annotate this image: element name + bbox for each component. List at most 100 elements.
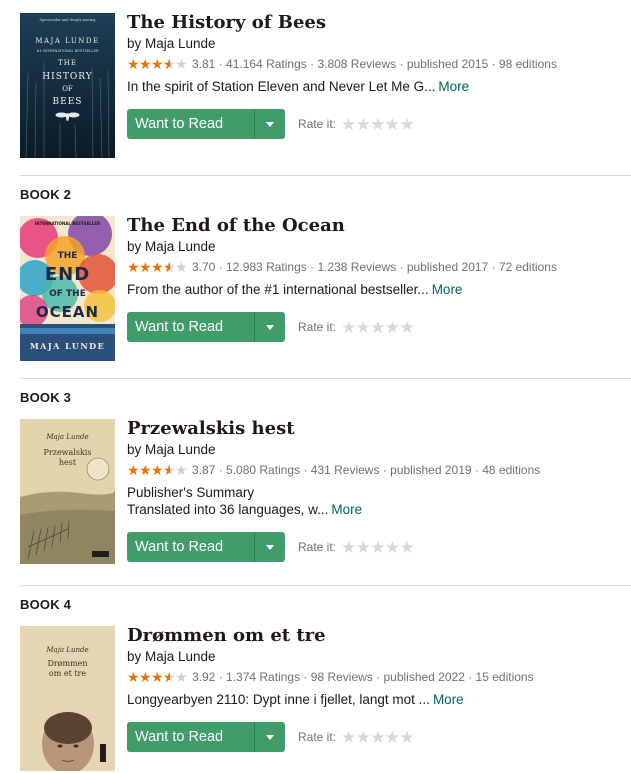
rate-star-3[interactable]: ★ xyxy=(370,539,385,556)
editions-count[interactable]: 15 editions xyxy=(476,669,534,685)
want-to-read-button[interactable]: Want to Read xyxy=(127,312,285,342)
rate-star-4[interactable]: ★ xyxy=(385,116,400,133)
rating-stars: ★ ★ ★ ★ ★ xyxy=(127,259,188,275)
book-author[interactable]: by Maja Lunde xyxy=(127,36,627,52)
rate-label: Rate it: xyxy=(298,730,337,744)
want-to-read-label[interactable]: Want to Read xyxy=(127,312,254,342)
rate-star-5[interactable]: ★ xyxy=(399,539,414,556)
shelf-dropdown-button[interactable] xyxy=(254,722,285,752)
more-link[interactable]: More xyxy=(433,692,464,707)
rate-star-5[interactable]: ★ xyxy=(399,319,414,336)
editions-count[interactable]: 48 editions xyxy=(482,462,540,478)
book-author[interactable]: by Maja Lunde xyxy=(127,649,627,665)
svg-text:END: END xyxy=(45,264,90,285)
star-icon: ★ xyxy=(151,56,164,72)
reviews-count: 1.238 Reviews xyxy=(317,260,397,274)
rate-star-2[interactable]: ★ xyxy=(356,729,371,746)
star-icon: ★ xyxy=(175,259,188,275)
rate-star-5[interactable]: ★ xyxy=(399,729,414,746)
shelf-dropdown-button[interactable] xyxy=(254,312,285,342)
series-position-label: BOOK 3 xyxy=(20,390,72,405)
svg-text:Przewalskis: Przewalskis xyxy=(44,448,92,457)
svg-text:BEES: BEES xyxy=(53,97,83,107)
divider xyxy=(20,378,631,379)
book-title[interactable]: Przewalskis hest xyxy=(127,419,627,439)
rate-star-3[interactable]: ★ xyxy=(370,729,385,746)
rate-star-1[interactable]: ★ xyxy=(341,116,356,133)
rate-label: Rate it: xyxy=(298,540,337,554)
rate-star-5[interactable]: ★ xyxy=(399,116,414,133)
star-icon: ★ xyxy=(139,259,152,275)
rate-star-1[interactable]: ★ xyxy=(341,539,356,556)
star-icon: ★ xyxy=(127,462,140,478)
want-to-read-label[interactable]: Want to Read xyxy=(127,109,254,139)
editions-count[interactable]: 98 editions xyxy=(499,56,557,72)
published-year: published 2015 xyxy=(406,57,489,71)
shelf-dropdown-button[interactable] xyxy=(254,532,285,562)
rate-star-3[interactable]: ★ xyxy=(370,319,385,336)
svg-text:Maja Lunde: Maja Lunde xyxy=(45,433,88,441)
reviews-count: 3.808 Reviews xyxy=(317,57,397,71)
shelf-dropdown-button[interactable] xyxy=(254,109,285,139)
rate-star-4[interactable]: ★ xyxy=(385,319,400,336)
average-rating: 3.70 xyxy=(192,260,216,274)
average-rating: 3.92 xyxy=(192,670,216,684)
svg-text:Maja Lunde: Maja Lunde xyxy=(45,646,88,654)
star-icon: ★ xyxy=(139,56,152,72)
rate-star-1[interactable]: ★ xyxy=(341,319,356,336)
editions-count[interactable]: 72 editions xyxy=(499,259,557,275)
book-title[interactable]: The History of Bees xyxy=(127,13,627,33)
svg-text:MAJA LUNDE: MAJA LUNDE xyxy=(35,37,99,45)
more-link[interactable]: More xyxy=(432,282,463,297)
svg-text:OF: OF xyxy=(62,85,73,93)
svg-text:Spectacular and deeply moving: Spectacular and deeply moving xyxy=(40,18,97,22)
star-icon: ★ xyxy=(139,462,152,478)
rate-star-4[interactable]: ★ xyxy=(385,729,400,746)
book-cover[interactable]: Maja Lunde Przewalskis hest xyxy=(20,419,115,564)
svg-text:hest: hest xyxy=(59,458,77,467)
rate-widget: Rate it: ★ ★ ★ ★ ★ xyxy=(298,729,415,746)
book-cover[interactable]: INTERNATIONAL BESTSELLER THE END OF THE … xyxy=(20,216,115,361)
book-author[interactable]: by Maja Lunde xyxy=(127,239,627,255)
book-meta: ★★★★★ 3.92 · 1.374 Ratings · 98 Reviews … xyxy=(127,669,627,685)
rate-star-2[interactable]: ★ xyxy=(356,539,371,556)
rate-star-1[interactable]: ★ xyxy=(341,729,356,746)
caret-down-icon xyxy=(266,545,274,550)
book-author[interactable]: by Maja Lunde xyxy=(127,442,627,458)
published-year: published 2022 xyxy=(383,670,465,684)
rating-stars: ★ ★ ★ ★ ★ xyxy=(127,462,188,478)
want-to-read-label[interactable]: Want to Read xyxy=(127,532,254,562)
rate-star-2[interactable]: ★ xyxy=(356,116,371,133)
want-to-read-button[interactable]: Want to Read xyxy=(127,109,285,139)
book-title[interactable]: Drømmen om et tre xyxy=(127,626,627,646)
svg-text:Drømmen: Drømmen xyxy=(47,659,87,668)
star-icon: ★ xyxy=(151,259,164,275)
more-link[interactable]: More xyxy=(438,79,469,94)
want-to-read-label[interactable]: Want to Read xyxy=(127,722,254,752)
half-star-icon: ★ xyxy=(163,670,176,684)
more-link[interactable]: More xyxy=(331,502,362,517)
rating-stars: ★ ★ ★ ★ ★ xyxy=(127,669,188,685)
svg-text:#1 INTERNATIONAL BESTSELLER: #1 INTERNATIONAL BESTSELLER xyxy=(36,48,99,53)
reviews-count: 98 Reviews xyxy=(310,670,373,684)
book-title[interactable]: The End of the Ocean xyxy=(127,216,627,236)
divider xyxy=(20,175,631,176)
published-year: published 2019 xyxy=(390,463,472,477)
book-cover[interactable]: Spectacular and deeply moving MAJA LUNDE… xyxy=(20,13,115,158)
book-meta: ★★★★★ 3.81 · 41.164 Ratings · 3.808 Revi… xyxy=(127,56,627,72)
book-cover[interactable]: Maja Lunde Drømmen om et tre xyxy=(20,626,115,771)
rate-label: Rate it: xyxy=(298,320,337,334)
reviews-count: 431 Reviews xyxy=(310,463,380,477)
want-to-read-button[interactable]: Want to Read xyxy=(127,532,285,562)
svg-text:MAJA LUNDE: MAJA LUNDE xyxy=(30,341,105,351)
rate-star-2[interactable]: ★ xyxy=(356,319,371,336)
rate-star-3[interactable]: ★ xyxy=(370,116,385,133)
want-to-read-button[interactable]: Want to Read xyxy=(127,722,285,752)
star-icon: ★ xyxy=(151,669,164,685)
ratings-count: 12.983 Ratings xyxy=(226,260,307,274)
rate-widget: Rate it: ★ ★ ★ ★ ★ xyxy=(298,539,415,556)
book-description: Longyearbyen 2110: Dypt inne i fjellet, … xyxy=(127,692,464,707)
series-position-label: BOOK 4 xyxy=(20,597,72,612)
rate-star-4[interactable]: ★ xyxy=(385,539,400,556)
description-text: Translated into 36 languages, w... xyxy=(127,502,329,517)
